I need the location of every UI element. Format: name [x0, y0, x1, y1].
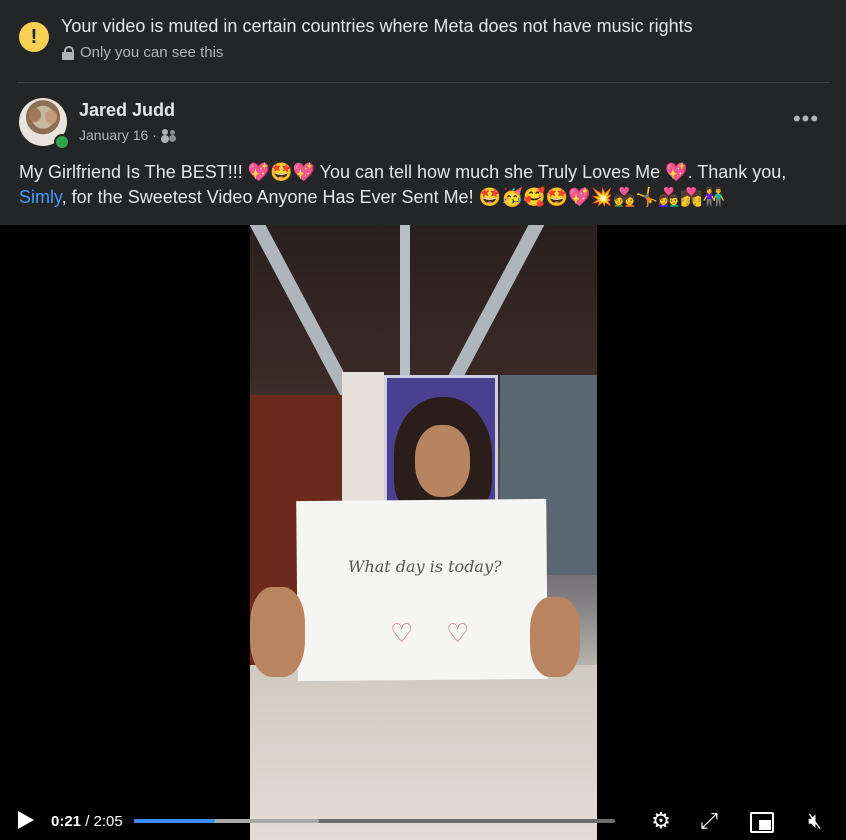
music-rights-notice: ! Your video is muted in certain countri…: [0, 0, 846, 82]
ceiling-beam: [446, 225, 554, 385]
notice-title: Your video is muted in certain countries…: [61, 16, 693, 36]
friends-audience-icon[interactable]: [161, 129, 177, 141]
post-date[interactable]: January 16: [79, 127, 148, 143]
expand-icon[interactable]: ⤢: [696, 808, 722, 834]
time-separator: /: [81, 813, 94, 830]
more-options-button[interactable]: •••: [792, 108, 820, 136]
warning-icon: !: [19, 22, 49, 52]
speaker-muted-icon[interactable]: 🔇︎: [800, 808, 830, 834]
picture-in-picture-icon[interactable]: [748, 808, 774, 834]
post-text-part1: My Girlfriend Is The BEST!!! 💖🤩💖 You can…: [19, 162, 787, 182]
current-time: 0:21: [51, 813, 82, 830]
meta-separator: ·: [152, 127, 157, 143]
sign-text: What day is today?: [348, 557, 502, 576]
right-hand: [530, 597, 580, 677]
avatar-face: [45, 110, 57, 124]
duration: 2:05: [93, 813, 123, 830]
post-meta: January 16 ·: [79, 127, 177, 143]
notice-subtitle: Only you can see this: [80, 44, 224, 61]
progress-played: [134, 819, 215, 823]
heart-drawing: ♡: [446, 618, 470, 648]
lock-icon: [62, 45, 74, 60]
video-player[interactable]: What day is today? ♡ ♡ 0:21 / 2:05 ⚙ ⤢ 🔇…: [0, 225, 846, 840]
gear-icon[interactable]: ⚙: [648, 808, 674, 834]
notice-visibility: Only you can see this: [62, 44, 223, 61]
online-status-dot: [54, 134, 70, 150]
video-time: 0:21 / 2:05: [51, 813, 123, 830]
ceiling-beam: [400, 225, 410, 385]
ceiling-beam: [250, 225, 357, 403]
author-name[interactable]: Jared Judd: [79, 100, 175, 121]
play-icon[interactable]: [18, 811, 34, 829]
heart-drawing: ♡: [390, 618, 414, 648]
sign-paper: [296, 498, 548, 682]
box: [342, 372, 384, 502]
video-frame[interactable]: What day is today? ♡ ♡: [250, 225, 597, 840]
post-text: My Girlfriend Is The BEST!!! 💖🤩💖 You can…: [19, 160, 819, 210]
post-text-part2: , for the Sweetest Video Anyone Has Ever…: [61, 187, 726, 207]
progress-bar[interactable]: [134, 819, 615, 823]
mention-link[interactable]: Simly: [19, 187, 62, 207]
divider: [17, 82, 829, 83]
person-face: [415, 425, 470, 497]
avatar-face: [29, 108, 41, 122]
video-controls: 0:21 / 2:05 ⚙ ⤢ 🔇︎: [0, 800, 846, 840]
left-hand: [250, 587, 305, 677]
